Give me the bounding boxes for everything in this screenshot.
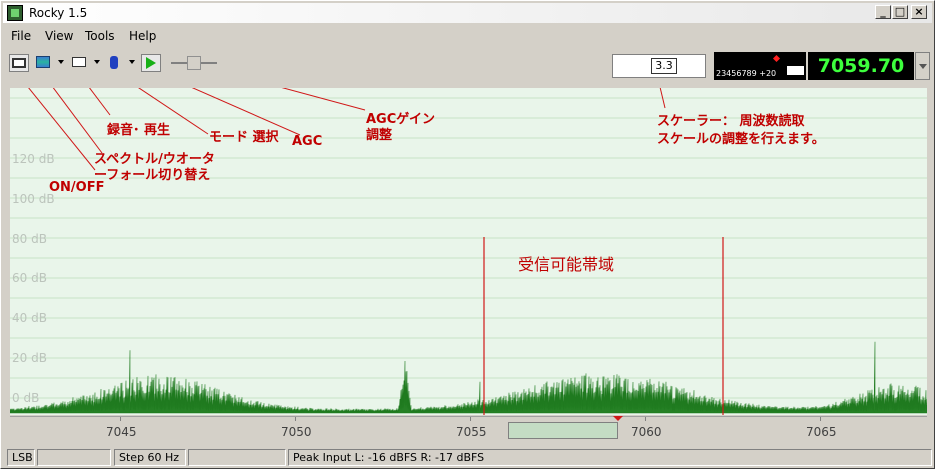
axis-label: 7065 [806, 425, 837, 439]
db-label: 80 dB [12, 231, 47, 246]
status-peak-input: Peak Input L: -16 dBFS R: -17 dBFS [288, 449, 932, 466]
spectrum-waterfall-button[interactable] [33, 54, 53, 72]
waterfall-icon [36, 56, 50, 68]
minimize-button[interactable]: _ [875, 5, 891, 19]
axis-tick [120, 417, 121, 421]
scale-value[interactable]: 3.3 [651, 58, 677, 74]
app-icon[interactable] [7, 5, 23, 21]
frequency-dropdown-button[interactable] [915, 52, 930, 80]
s-meter-scale: 23456789 +20 [716, 69, 777, 78]
window-title: Rocky 1.5 [29, 6, 88, 20]
close-button[interactable]: × [911, 5, 927, 19]
annotation-scaler-1: スケーラー： 周波数読取 [657, 114, 805, 129]
microphone-icon [110, 56, 118, 69]
menu-help[interactable]: Help [129, 29, 156, 43]
record-dropdown-icon[interactable] [94, 60, 100, 64]
annotation-mode: モード 選択 [209, 130, 279, 145]
spectrum-dropdown-icon[interactable] [58, 60, 64, 64]
menu-tools[interactable]: Tools [85, 29, 115, 43]
cassette-icon [72, 57, 86, 67]
axis-tick [820, 417, 821, 421]
menu-view[interactable]: View [45, 29, 73, 43]
s-meter-indicator [772, 54, 781, 63]
agc-button[interactable] [141, 54, 161, 72]
passband-indicator[interactable] [508, 422, 618, 439]
axis-label: 7060 [631, 425, 662, 439]
axis-label: 7045 [106, 425, 137, 439]
scale-input-box[interactable]: 3.3 [612, 54, 706, 78]
app-window: Rocky 1.5 _ □ × File View Tools Help 3.3… [0, 0, 935, 469]
title-bar: Rocky 1.5 _ □ × [3, 3, 932, 23]
status-empty-1 [37, 449, 111, 466]
radio-icon [12, 58, 26, 68]
annotation-agc-gain-2: 調整 [366, 128, 393, 143]
axis-label: 7050 [281, 425, 312, 439]
record-play-button[interactable] [69, 54, 89, 72]
annotation-record: 録音･ 再生 [107, 123, 171, 138]
s-meter-bar [787, 66, 804, 75]
frequency-display[interactable]: 7059.70 [808, 52, 914, 80]
db-label: 60 dB [12, 271, 47, 286]
db-label: 40 dB [12, 311, 47, 326]
db-label: 120 dB [12, 152, 55, 166]
db-label: 20 dB [12, 351, 47, 365]
axis-label: 7055 [456, 425, 487, 439]
status-mode: LSB [7, 449, 35, 466]
mode-dropdown-icon[interactable] [129, 60, 135, 64]
status-step: Step 60 Hz [114, 449, 186, 466]
status-bar: LSB Step 60 Hz Peak Input L: -16 dBFS R:… [3, 448, 932, 467]
onoff-button[interactable] [9, 54, 29, 72]
annotation-spectrum-switch-2: ーフォール切り替え [94, 168, 211, 183]
axis-tick [645, 417, 646, 421]
frequency-axis[interactable]: 7045 7050 7055 7060 7065 [10, 416, 927, 442]
agc-gain-slider-thumb[interactable] [187, 56, 201, 70]
axis-tick [470, 417, 471, 421]
menu-file[interactable]: File [11, 29, 31, 43]
maximize-button[interactable]: □ [892, 5, 908, 19]
tuning-marker [613, 416, 623, 421]
play-icon [146, 57, 156, 69]
db-label: 0 dB [12, 390, 40, 405]
toolbar: 3.3 23456789 +20 7059.70 [3, 48, 932, 84]
menu-bar: File View Tools Help [3, 26, 932, 46]
axis-tick [295, 417, 296, 421]
spectrum-display[interactable]: 120 dB 100 dB 80 dB 60 dB 40 dB 20 dB 0 dB ON/… [10, 88, 927, 415]
annotation-agc: AGC [292, 134, 323, 149]
status-empty-2 [188, 449, 286, 466]
axis-markers [613, 416, 623, 421]
s-meter: 23456789 +20 [714, 52, 806, 80]
annotation-passband: 受信可能帯域 [518, 255, 615, 274]
mode-select-button[interactable] [104, 54, 124, 72]
annotation-scaler-2: スケールの調整を行えます。 [657, 132, 825, 147]
